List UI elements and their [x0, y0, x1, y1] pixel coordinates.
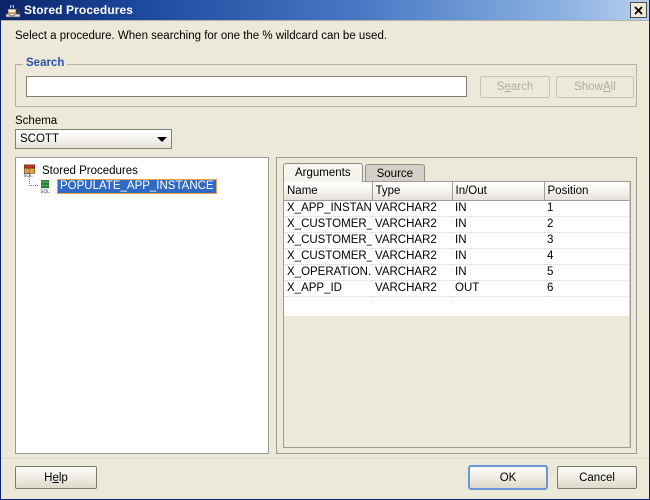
stored-procedures-tree[interactable]: SQL Stored Procedures SQL POPULATE_APP_I…	[15, 157, 269, 454]
table-row[interactable]: X_CUSTOMER_IDVARCHAR2IN2	[284, 216, 630, 233]
search-groupbox-legend: Search	[23, 57, 68, 69]
table-cell: 6	[544, 280, 630, 297]
ok-button-label: OK	[499, 471, 517, 484]
details-tabstrip: Arguments Source	[283, 163, 426, 182]
table-cell: X_CUSTOMER_...	[284, 248, 372, 265]
details-panel: Arguments Source Name Type In/Out Positi…	[276, 157, 637, 454]
table-cell: 5	[544, 264, 630, 281]
help-button-pre: H	[44, 471, 53, 484]
tree-item-populate-app-instance[interactable]: SQL POPULATE_APP_INSTANCE	[38, 179, 217, 194]
show-all-button-post: ll	[610, 81, 616, 93]
package-sql-icon: SQL	[23, 164, 36, 178]
table-cell: IN	[452, 248, 544, 265]
procedure-sql-icon: SQL	[40, 180, 50, 194]
table-cell: OUT	[452, 280, 544, 297]
tab-arguments-label: Arguments	[295, 167, 351, 179]
tree-root-label: Stored Procedures	[42, 164, 138, 177]
search-button[interactable]: Se arch	[480, 76, 550, 98]
window-title: Stored Procedures	[24, 3, 134, 17]
arguments-table: Name Type In/Out Position X_APP_INSTAN..…	[284, 182, 630, 297]
arguments-table-container[interactable]: Name Type In/Out Position X_APP_INSTAN..…	[283, 181, 631, 448]
table-cell: X_CUSTOMER_...	[284, 232, 372, 249]
show-all-button-pre: Show	[574, 81, 603, 93]
table-cell: IN	[452, 264, 544, 281]
table-empty-area	[284, 315, 630, 447]
cancel-button-label: Cancel	[579, 471, 615, 484]
table-cell: VARCHAR2	[372, 248, 452, 265]
tab-source-label: Source	[376, 167, 414, 180]
svg-text:SQL: SQL	[40, 189, 50, 194]
table-cell: VARCHAR2	[372, 280, 452, 297]
table-cell: X_CUSTOMER_ID	[284, 216, 372, 233]
tab-source[interactable]: Source	[364, 164, 426, 182]
tab-arguments[interactable]: Arguments	[283, 163, 363, 182]
table-cell: 4	[544, 248, 630, 265]
table-cell: VARCHAR2	[372, 232, 452, 249]
arguments-table-body: X_APP_INSTAN...VARCHAR2IN1X_CUSTOMER_IDV…	[284, 200, 630, 297]
table-cell: IN	[452, 216, 544, 233]
table-cell: 1	[544, 200, 630, 217]
schema-label: Schema	[15, 115, 58, 127]
chevron-down-icon	[157, 137, 167, 142]
table-cell: VARCHAR2	[372, 264, 452, 281]
schema-selected-value: SCOTT	[20, 133, 59, 145]
close-icon[interactable]	[630, 2, 647, 18]
search-button-pre: S	[496, 81, 505, 93]
table-cell: X_APP_INSTAN...	[284, 200, 372, 217]
table-row[interactable]: X_CUSTOMER_...VARCHAR2IN4	[284, 248, 630, 265]
show-all-button-mnemonic: A	[602, 81, 611, 93]
vertical-scrollbar[interactable]	[629, 182, 630, 447]
table-cell: 2	[544, 216, 630, 233]
search-button-post: arch	[510, 81, 534, 93]
instruction-text: Select a procedure. When searching for o…	[15, 30, 388, 42]
table-cell: VARCHAR2	[372, 216, 452, 233]
table-cell: IN	[452, 232, 544, 249]
svg-text:SQL: SQL	[23, 173, 33, 178]
table-row[interactable]: X_APP_ID VARCHAR2 OUT 6	[284, 280, 630, 297]
table-row[interactable]: X_CUSTOMER_...VARCHAR2IN3	[284, 232, 630, 249]
table-cell: X_OPERATION...	[284, 264, 372, 281]
tree-item-stored-procedures[interactable]: SQL Stored Procedures	[22, 163, 139, 178]
column-header-inout[interactable]: In/Out	[452, 182, 545, 201]
table-cell: 3	[544, 232, 630, 249]
close-glyph	[634, 5, 643, 15]
ok-button[interactable]: OK	[468, 465, 548, 490]
schema-dropdown[interactable]: SCOTT	[15, 129, 172, 149]
column-header-type[interactable]: Type	[372, 182, 453, 201]
column-header-name[interactable]: Name	[284, 182, 373, 201]
table-header-row: Name Type In/Out Position	[284, 182, 630, 201]
table-row[interactable]: X_OPERATION... VARCHAR2 IN 5	[284, 264, 630, 281]
footer-divider	[1, 458, 649, 459]
table-cell: IN	[452, 200, 544, 217]
cancel-button[interactable]: Cancel	[557, 466, 637, 489]
help-button[interactable]: He lp	[15, 466, 97, 489]
stored-procedures-dialog: Stored Procedures Select a procedure. Wh…	[0, 0, 650, 500]
show-all-button[interactable]: Show All	[556, 76, 634, 98]
table-row[interactable]: X_APP_INSTAN... VARCHAR2 IN 1	[284, 200, 630, 217]
java-coffee-cup-icon	[5, 4, 21, 18]
tree-child-label: POPULATE_APP_INSTANCE	[57, 179, 217, 194]
table-cell: VARCHAR2	[372, 200, 452, 217]
table-cell: X_APP_ID	[284, 280, 372, 297]
column-header-position[interactable]: Position	[544, 182, 630, 201]
search-input[interactable]	[26, 76, 467, 97]
help-button-post: lp	[58, 471, 68, 484]
title-bar: Stored Procedures	[1, 0, 649, 21]
